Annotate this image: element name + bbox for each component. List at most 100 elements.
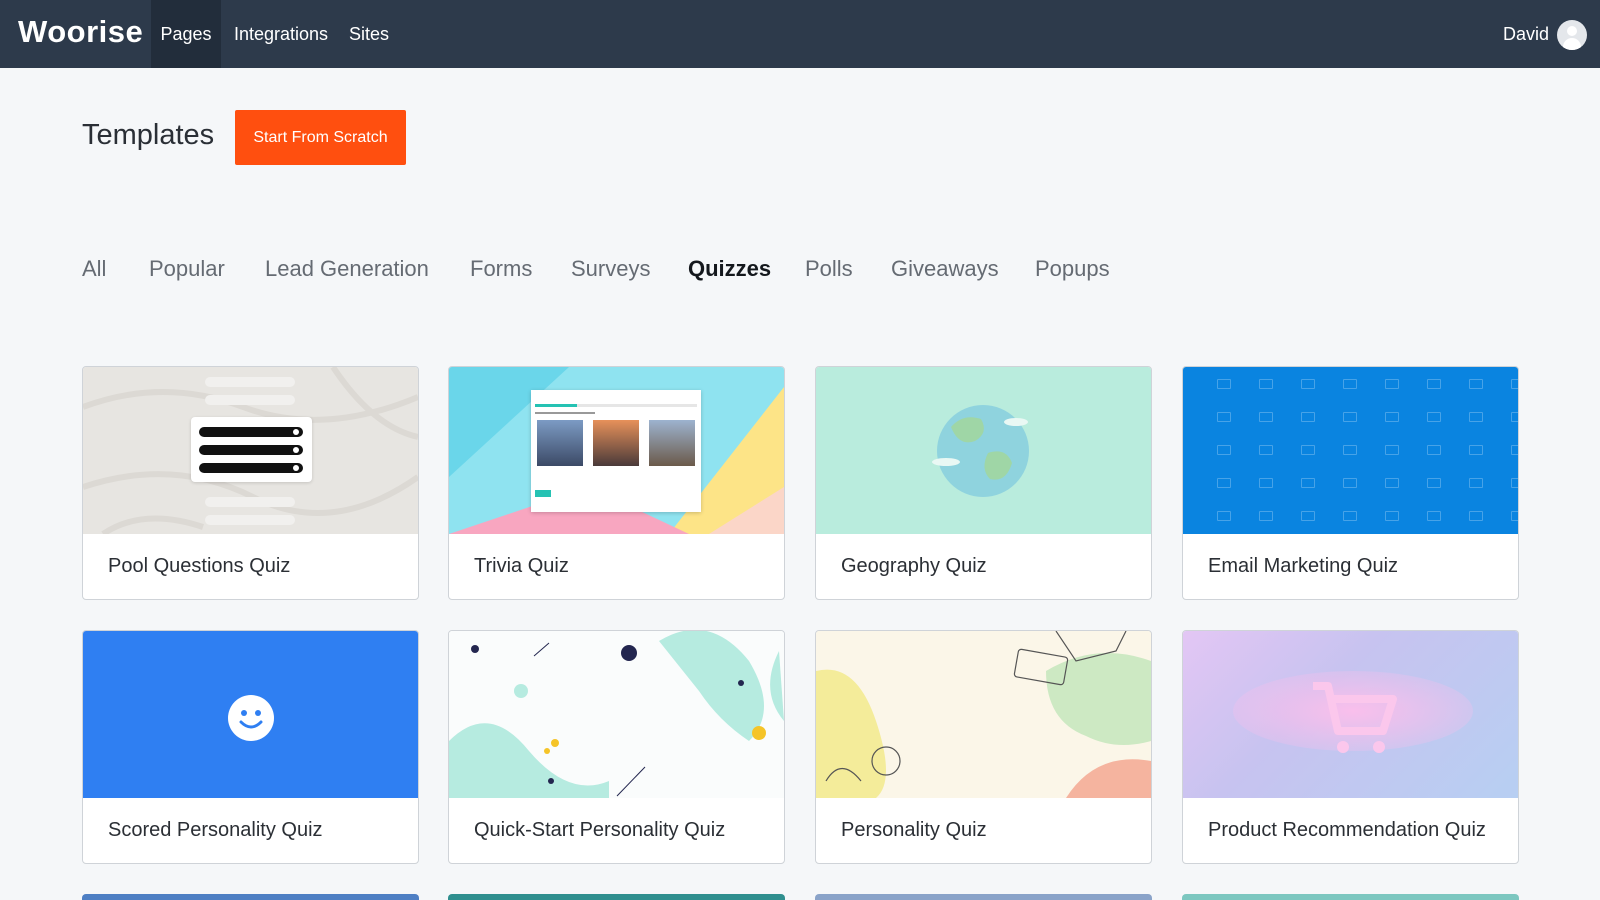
- template-card-partial[interactable]: [82, 894, 419, 900]
- check-icon: [293, 429, 299, 435]
- envelope-icon: [1427, 379, 1441, 389]
- envelope-icon: [1511, 445, 1518, 455]
- photo-eiffel-tower: [537, 420, 583, 466]
- tab-quizzes[interactable]: Quizzes: [688, 256, 771, 282]
- check-icon: [293, 447, 299, 453]
- confetti-shapes: [449, 631, 784, 798]
- progress-fill: [535, 404, 577, 407]
- envelope-icon: [1217, 478, 1231, 488]
- user-name[interactable]: David: [1503, 0, 1549, 68]
- template-card-pool-questions-quiz[interactable]: Pool Questions Quiz: [82, 366, 419, 600]
- envelope-icon: [1385, 511, 1399, 521]
- envelope-icon: [1343, 379, 1357, 389]
- tab-surveys[interactable]: Surveys: [571, 256, 650, 282]
- tab-all[interactable]: All: [82, 256, 106, 282]
- envelope-icon: [1385, 412, 1399, 422]
- envelope-icon: [1427, 478, 1441, 488]
- question-options-box: [191, 417, 312, 482]
- envelope-pattern-thumbnail: [1183, 367, 1518, 534]
- template-title: Pool Questions Quiz: [108, 555, 291, 577]
- template-title: Quick-Start Personality Quiz: [474, 819, 726, 841]
- shopping-cart-thumbnail: [1183, 631, 1518, 798]
- nav-link-integrations[interactable]: Integrations: [231, 0, 331, 68]
- template-card-geography-quiz[interactable]: Geography Quiz: [815, 366, 1152, 600]
- faded-option-shape: [205, 377, 295, 387]
- envelope-icon: [1427, 412, 1441, 422]
- envelope-icon: [1343, 478, 1357, 488]
- envelope-icon: [1259, 478, 1273, 488]
- envelope-icon: [1343, 511, 1357, 521]
- tab-popups[interactable]: Popups: [1035, 256, 1110, 282]
- tab-giveaways[interactable]: Giveaways: [891, 256, 999, 282]
- quiz-preview-mockup: [531, 390, 701, 512]
- shopping-cart-icon: [1313, 682, 1397, 753]
- globe-thumbnail: [816, 367, 1151, 534]
- envelope-icon: [1511, 478, 1518, 488]
- page-title: Templates: [82, 119, 215, 151]
- travel-doodles: [816, 631, 1151, 798]
- template-card-email-marketing-quiz[interactable]: Email Marketing Quiz: [1182, 366, 1519, 600]
- template-title: Geography Quiz: [841, 555, 987, 577]
- globe-icon: [932, 405, 1029, 497]
- question-text-line: [535, 412, 595, 414]
- template-card-product-recommendation-quiz[interactable]: Product Recommendation Quiz: [1182, 630, 1519, 864]
- option-bar: [199, 445, 303, 455]
- template-title: Personality Quiz: [841, 819, 987, 841]
- template-card-partial[interactable]: [448, 894, 785, 900]
- envelope-icon: [1511, 412, 1518, 422]
- smiley-features: [239, 710, 263, 729]
- option-bar: [199, 463, 303, 473]
- template-card-partial[interactable]: [1182, 894, 1519, 900]
- envelope-icon: [1259, 412, 1273, 422]
- photo-sunset-city: [593, 420, 639, 466]
- smiley-thumbnail: [83, 631, 418, 798]
- template-title: Product Recommendation Quiz: [1208, 819, 1486, 841]
- template-title: Scored Personality Quiz: [108, 819, 323, 841]
- trivia-thumbnail: [449, 367, 784, 534]
- top-navigation-bar: Woorise Pages Integrations Sites David: [0, 0, 1600, 68]
- envelope-icon: [1217, 412, 1231, 422]
- template-card-trivia-quiz[interactable]: Trivia Quiz: [448, 366, 785, 600]
- pool-questions-thumbnail: [83, 367, 418, 534]
- envelope-icon: [1259, 445, 1273, 455]
- tab-forms[interactable]: Forms: [470, 256, 532, 282]
- envelope-icon: [1343, 412, 1357, 422]
- smiley-face-icon: [228, 695, 274, 741]
- envelope-icon: [1217, 511, 1231, 521]
- avatar-body-shape: [1563, 38, 1581, 50]
- envelope-icon: [1385, 445, 1399, 455]
- woorise-logo[interactable]: Woorise: [18, 14, 143, 50]
- start-from-scratch-button[interactable]: Start From Scratch: [235, 110, 406, 165]
- avatar-head-shape: [1567, 26, 1577, 36]
- envelope-icon: [1469, 445, 1483, 455]
- faded-option-shape: [205, 497, 295, 507]
- nav-link-pages[interactable]: Pages: [151, 0, 221, 68]
- envelope-icon: [1469, 412, 1483, 422]
- check-icon: [293, 465, 299, 471]
- envelope-icon: [1385, 478, 1399, 488]
- envelope-icon: [1217, 379, 1231, 389]
- nav-link-sites[interactable]: Sites: [345, 0, 393, 68]
- envelope-icon: [1259, 511, 1273, 521]
- tab-polls[interactable]: Polls: [805, 256, 853, 282]
- envelope-icon: [1511, 511, 1518, 521]
- template-title: Trivia Quiz: [474, 555, 569, 577]
- template-title: Email Marketing Quiz: [1208, 555, 1399, 577]
- template-card-scored-personality-quiz[interactable]: Scored Personality Quiz: [82, 630, 419, 864]
- envelope-icon: [1301, 478, 1315, 488]
- envelope-icon: [1469, 511, 1483, 521]
- envelope-icon: [1427, 445, 1441, 455]
- template-card-partial[interactable]: [815, 894, 1152, 900]
- envelope-icon: [1301, 445, 1315, 455]
- tab-popular[interactable]: Popular: [149, 256, 225, 282]
- envelope-icon: [1301, 379, 1315, 389]
- faded-option-shape: [205, 515, 295, 525]
- envelope-icon: [1343, 445, 1357, 455]
- user-avatar-icon[interactable]: [1557, 20, 1587, 50]
- tab-lead-generation[interactable]: Lead Generation: [265, 256, 429, 282]
- envelope-icon: [1511, 379, 1518, 389]
- template-card-quick-start-personality-quiz[interactable]: Quick-Start Personality Quiz: [448, 630, 785, 864]
- envelope-icon: [1217, 445, 1231, 455]
- option-bar: [199, 427, 303, 437]
- template-card-personality-quiz[interactable]: Personality Quiz: [815, 630, 1152, 864]
